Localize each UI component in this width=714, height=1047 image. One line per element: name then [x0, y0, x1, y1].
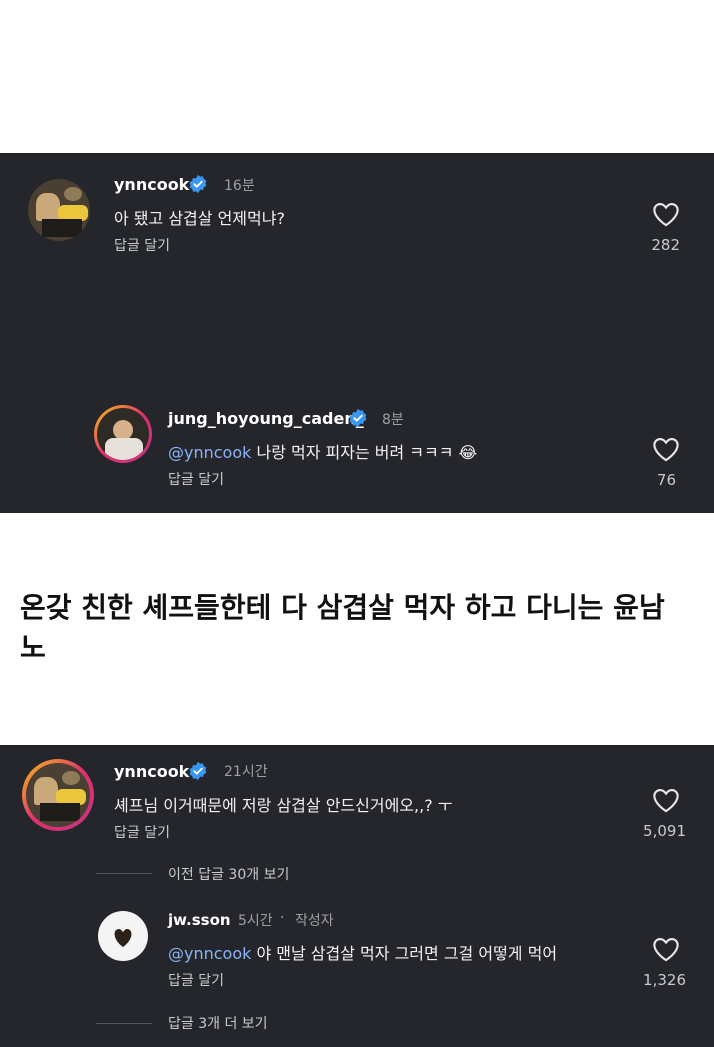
reply-button[interactable]: 답글 달기 [114, 822, 170, 842]
comment-text: 셰프님 이거때문에 저랑 삼겹살 안드신거에오,,? ㅜ [114, 796, 453, 815]
author-badge: 작성자 [295, 913, 334, 929]
reply-body: 나랑 먹자 피자는 버려 ㅋㅋㅋ 😂 [251, 443, 478, 462]
verified-badge-icon [349, 408, 367, 428]
view-previous-replies[interactable]: 이전 답글 30개 보기 [168, 864, 289, 884]
reply-button[interactable]: 답글 달기 [168, 970, 224, 990]
username[interactable]: ynncook [114, 762, 189, 781]
mention-link[interactable]: @ynncook [168, 443, 251, 462]
heart-icon[interactable] [652, 936, 680, 962]
reply-button[interactable]: 답글 달기 [114, 235, 170, 255]
verified-badge-icon [189, 174, 207, 194]
comment-panel-2: ynncook 21시간 셰프님 이거때문에 저랑 삼겹살 안드신거에오,,? … [0, 745, 714, 1047]
heart-icon[interactable] [652, 436, 680, 462]
reply-text: @ynncook 나랑 먹자 피자는 버려 ㅋㅋㅋ 😂 [168, 439, 477, 463]
username[interactable]: ynncook [114, 175, 189, 194]
avatar-ynncook[interactable] [28, 179, 90, 241]
heart-icon[interactable] [652, 201, 680, 227]
thread-divider [96, 1023, 152, 1024]
heart-icon[interactable] [652, 787, 680, 813]
like-count: 282 [651, 236, 680, 254]
avatar-ynncook[interactable] [22, 759, 94, 831]
view-more-replies[interactable]: 답글 3개 더 보기 [168, 1013, 268, 1033]
reply-button[interactable]: 답글 달기 [168, 469, 224, 489]
verified-badge-icon [189, 761, 207, 781]
like-count: 76 [656, 471, 676, 489]
thread-divider [96, 873, 152, 874]
username[interactable]: jung_hoyoung_caden_ [168, 409, 364, 428]
reply-text: @ynncook 야 맨날 삼겹살 먹자 그러면 그걸 어떻게 먹어 [168, 940, 557, 964]
timestamp: 16분 [224, 178, 255, 194]
like-count: 5,091 [643, 822, 686, 840]
avatar-jw-sson[interactable] [98, 911, 148, 961]
comment-panel-1: ynncook 16분 아 됐고 삼겹살 언제먹냐? 답글 달기 282 jun… [0, 153, 714, 513]
timestamp: 8분 [382, 412, 404, 428]
mention-link[interactable]: @ynncook [168, 944, 251, 963]
headline-text: 온갖 친한 셰프들한테 다 삼겹살 먹자 하고 다니는 윤남노 [20, 591, 665, 664]
reply-body: 야 맨날 삼겹살 먹자 그러면 그걸 어떻게 먹어 [251, 944, 558, 963]
comment-text: 아 됐고 삼겹살 언제먹냐? [114, 209, 285, 228]
like-count: 1,326 [643, 971, 686, 989]
timestamp: 5시간 [238, 913, 273, 929]
timestamp: 21시간 [224, 764, 268, 780]
separator-dot: · [280, 910, 285, 926]
avatar-jung-hoyoung[interactable] [94, 405, 152, 463]
username[interactable]: jw.sson [168, 911, 231, 929]
